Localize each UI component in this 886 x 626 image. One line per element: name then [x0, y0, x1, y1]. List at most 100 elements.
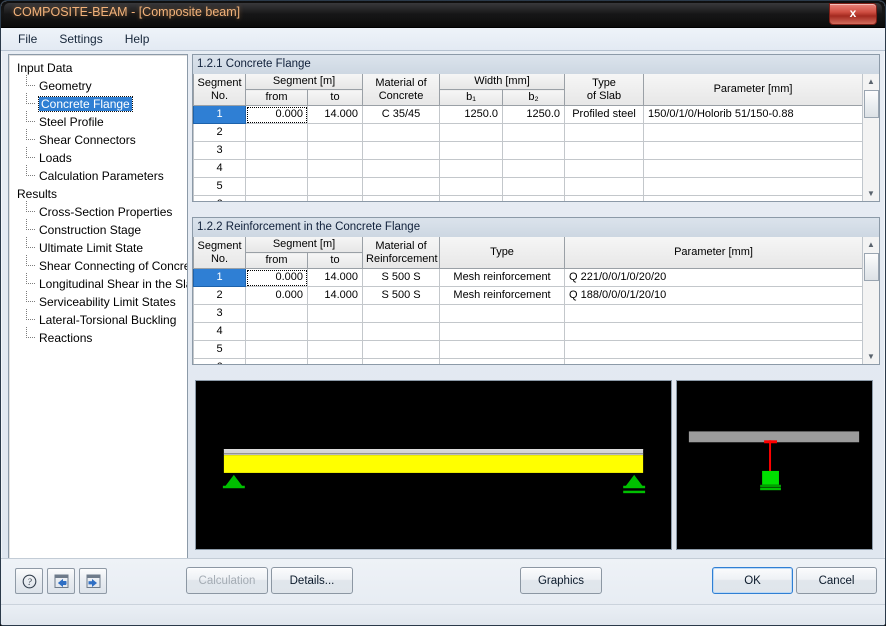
cell-parameter[interactable] — [643, 159, 863, 178]
col-type-of-slab[interactable]: Type of Slab — [564, 74, 645, 106]
cell-type-of-slab[interactable] — [564, 195, 645, 201]
sidebar-item-steel-profile[interactable]: Steel Profile — [25, 111, 187, 131]
cell-b1[interactable] — [439, 195, 504, 201]
cell-b2[interactable] — [502, 195, 566, 201]
sidebar-item-longitudinal-shear-in-the-slab[interactable]: Longitudinal Shear in the Slab — [25, 273, 187, 293]
cell-parameter[interactable] — [564, 304, 863, 323]
graphics-button[interactable]: Graphics — [520, 567, 602, 594]
previous-button[interactable] — [47, 568, 75, 594]
cell-type-of-slab[interactable] — [564, 177, 645, 196]
cell-segment-to[interactable] — [306, 159, 364, 178]
cell-parameter[interactable]: Q 221/0/0/1/0/20/20 — [564, 268, 863, 287]
cell-segment-from[interactable]: 0.000 — [245, 286, 308, 305]
col-segment-no[interactable]: Segment No. — [193, 74, 246, 106]
table-row[interactable]: 6 — [193, 195, 863, 201]
cell-segment-to[interactable] — [306, 123, 364, 142]
cell-segment-to[interactable]: 14.000 — [306, 105, 364, 124]
details-button[interactable]: Details... — [271, 567, 353, 594]
cell-segment-to[interactable] — [306, 177, 364, 196]
beam-elevation-view[interactable] — [195, 380, 672, 550]
table-row[interactable]: 2 0.000 14.000 S 500 S Mesh reinforcemen… — [193, 286, 863, 305]
cell-row-number[interactable]: 5 — [193, 340, 246, 359]
col-parameter-mm[interactable]: Parameter [mm] — [643, 74, 863, 106]
cell-material[interactable]: S 500 S — [362, 286, 441, 305]
cell-material[interactable] — [362, 141, 441, 160]
scroll-down-icon[interactable]: ▼ — [864, 186, 879, 201]
menu-item-help[interactable]: Help — [116, 29, 159, 49]
cell-segment-to[interactable] — [306, 304, 364, 323]
menu-item-settings[interactable]: Settings — [50, 29, 111, 49]
sidebar-item-calculation-parameters[interactable]: Calculation Parameters — [25, 165, 187, 185]
col-width-b2[interactable]: b₂ — [502, 89, 566, 106]
cell-segment-from[interactable] — [245, 195, 308, 201]
cell-type[interactable] — [439, 340, 566, 359]
table-row[interactable]: 5 — [193, 177, 863, 196]
col-segment-to[interactable]: to — [306, 89, 364, 106]
cell-b1[interactable] — [439, 177, 504, 196]
tree-group-results[interactable]: Results — [15, 185, 187, 203]
cell-type[interactable] — [439, 322, 566, 341]
sidebar-item-lateral-torsional-buckling[interactable]: Lateral-Torsional Buckling — [25, 309, 187, 329]
col-segment-to[interactable]: to — [306, 252, 364, 269]
cell-parameter[interactable] — [643, 195, 863, 201]
cell-row-number[interactable]: 1 — [193, 105, 246, 124]
table-row[interactable]: 1 0.000 14.000 C 35/45 1250.0 1250.0 Pro… — [193, 105, 863, 124]
cell-b2[interactable] — [502, 141, 566, 160]
col-segment-m[interactable]: Segment [m] — [244, 237, 364, 253]
sidebar-item-shear-connectors[interactable]: Shear Connectors — [25, 129, 187, 149]
cell-b2[interactable] — [502, 177, 566, 196]
cell-b1[interactable] — [439, 123, 504, 142]
calculation-button[interactable]: Calculation — [186, 567, 268, 594]
cell-segment-from[interactable] — [245, 141, 308, 160]
ok-button[interactable]: OK — [712, 567, 793, 594]
cell-b1[interactable]: 1250.0 — [439, 105, 504, 124]
cell-parameter[interactable] — [643, 141, 863, 160]
next-button[interactable] — [79, 568, 107, 594]
cell-material[interactable] — [362, 340, 441, 359]
cell-segment-from[interactable] — [245, 358, 308, 364]
cell-segment-from[interactable]: 0.000 — [245, 105, 308, 124]
cell-segment-to[interactable] — [306, 141, 364, 160]
cell-segment-from[interactable] — [245, 340, 308, 359]
col-parameter-mm[interactable]: Parameter [mm] — [564, 237, 863, 269]
cell-row-number[interactable]: 3 — [193, 304, 246, 323]
cell-material[interactable]: S 500 S — [362, 268, 441, 287]
cancel-button[interactable]: Cancel — [796, 567, 877, 594]
cell-type[interactable] — [439, 358, 566, 364]
cell-row-number[interactable]: 4 — [193, 159, 246, 178]
cell-type[interactable]: Mesh reinforcement — [439, 268, 566, 287]
cell-row-number[interactable]: 3 — [193, 141, 246, 160]
cell-parameter[interactable] — [564, 322, 863, 341]
table1-vertical-scrollbar[interactable]: ▲ ▼ — [862, 74, 879, 201]
scroll-up-icon[interactable]: ▲ — [864, 74, 879, 89]
cell-row-number[interactable]: 6 — [193, 195, 246, 201]
scroll-down-icon[interactable]: ▼ — [864, 349, 879, 364]
table2-vertical-scrollbar[interactable]: ▲ ▼ — [862, 237, 879, 364]
table-row[interactable]: 3 — [193, 304, 863, 323]
cell-row-number[interactable]: 1 — [193, 268, 246, 287]
cell-parameter[interactable]: Q 188/0/0/0/1/20/10 — [564, 286, 863, 305]
col-width-mm[interactable]: Width [mm] — [439, 74, 566, 90]
sidebar-item-reactions[interactable]: Reactions — [25, 327, 187, 347]
sidebar-item-concrete-flange[interactable]: Concrete Flange — [25, 93, 187, 113]
cell-material[interactable]: C 35/45 — [362, 105, 441, 124]
cell-segment-to[interactable]: 14.000 — [306, 286, 364, 305]
cell-material[interactable] — [362, 322, 441, 341]
cell-parameter[interactable] — [643, 177, 863, 196]
cell-segment-to[interactable]: 14.000 — [306, 268, 364, 287]
table-row[interactable]: 5 — [193, 340, 863, 359]
cell-row-number[interactable]: 6 — [193, 358, 246, 364]
sidebar-item-cross-section-properties[interactable]: Cross-Section Properties — [25, 201, 187, 221]
cell-material[interactable] — [362, 195, 441, 201]
cell-b2[interactable]: 1250.0 — [502, 105, 566, 124]
cell-segment-to[interactable] — [306, 358, 364, 364]
cell-parameter[interactable] — [643, 123, 863, 142]
col-type[interactable]: Type — [439, 237, 566, 269]
scrollbar-thumb[interactable] — [863, 90, 879, 118]
cell-type[interactable] — [439, 304, 566, 323]
sidebar-item-geometry[interactable]: Geometry — [25, 75, 187, 95]
close-button[interactable]: x — [829, 3, 877, 25]
cell-segment-from[interactable] — [245, 159, 308, 178]
cell-row-number[interactable]: 5 — [193, 177, 246, 196]
table-row[interactable]: 1 0.000 14.000 S 500 S Mesh reinforcemen… — [193, 268, 863, 287]
